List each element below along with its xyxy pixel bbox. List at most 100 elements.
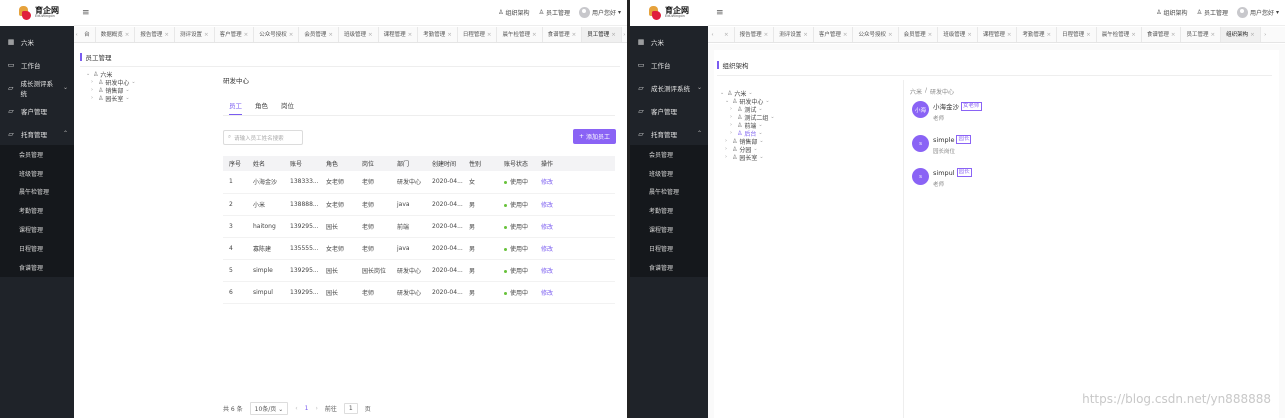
tab-health-check[interactable]: 晨午检管理 ×: [497, 27, 543, 42]
tab-assessment-settings[interactable]: 测评设置 ×: [774, 27, 814, 42]
close-icon[interactable]: ×: [1131, 32, 1136, 38]
sidebar-item-company[interactable]: ▦ 六米: [0, 30, 74, 53]
subtab-roles[interactable]: 角色: [255, 100, 268, 115]
edit-link[interactable]: 修改: [541, 224, 553, 231]
close-icon[interactable]: ×: [487, 32, 492, 38]
tab-customers[interactable]: 客户管理 ×: [814, 27, 854, 42]
sidebar-item-workbench[interactable]: ▭ 工作台: [0, 53, 74, 76]
close-icon[interactable]: ×: [408, 32, 413, 38]
member-card[interactable]: s simple 园长 园长岗位: [912, 135, 982, 155]
close-icon[interactable]: ×: [244, 32, 249, 38]
close-icon[interactable]: ×: [289, 32, 294, 38]
page-size-select[interactable]: 10条/页 ⌄: [249, 402, 289, 415]
submenu-item-attendance[interactable]: 考勤管理: [630, 201, 708, 220]
submenu-item-health-check[interactable]: 晨午检管理: [0, 183, 74, 202]
tab-staff[interactable]: 员工管理 ×: [1181, 27, 1222, 42]
close-icon[interactable]: ×: [888, 32, 893, 38]
close-icon[interactable]: ×: [1171, 32, 1176, 38]
close-icon[interactable]: ×: [724, 32, 729, 38]
member-card[interactable]: s simpul 园长 老师: [912, 168, 982, 188]
submenu-item-members[interactable]: 会员管理: [630, 145, 708, 164]
tab-customers[interactable]: 客户管理 ×: [215, 27, 255, 42]
tab-assessment-settings[interactable]: 测评设置 ×: [175, 27, 215, 42]
tab-schedule[interactable]: 日程管理 ×: [1057, 27, 1097, 42]
sidebar-item-childcare[interactable]: ▱ 托育管理 ⌃: [630, 122, 708, 145]
close-icon[interactable]: ×: [928, 32, 933, 38]
tab-org-structure[interactable]: 组织架构 ×: [1221, 27, 1261, 42]
tab-health-check[interactable]: 晨午检管理 ×: [1097, 27, 1142, 42]
tab-schedule[interactable]: 日程管理 ×: [458, 27, 498, 42]
submenu-item-schedule[interactable]: 日程管理: [630, 239, 708, 258]
staff-search-input[interactable]: ⌕ 请输入员工姓名搜索: [223, 130, 303, 145]
tab-attendance[interactable]: 考勤管理 ×: [418, 27, 458, 42]
close-icon[interactable]: ×: [803, 32, 808, 38]
tab-attendance[interactable]: 考勤管理 ×: [1017, 27, 1058, 42]
close-icon[interactable]: ×: [1047, 32, 1052, 38]
tab-recipes[interactable]: 食谱管理 ×: [543, 27, 583, 42]
tab-members[interactable]: 会员管理 ×: [299, 27, 339, 42]
submenu-item-courses[interactable]: 课程管理: [630, 220, 708, 239]
goto-page-input[interactable]: 1: [343, 403, 358, 414]
user-menu[interactable]: 用户您好 ▾: [578, 7, 621, 18]
close-icon[interactable]: ×: [1250, 32, 1255, 38]
edit-link[interactable]: 修改: [541, 290, 553, 297]
submenu-item-members[interactable]: 会员管理: [0, 145, 74, 164]
menu-toggle-icon[interactable]: ≡: [82, 8, 90, 18]
page-number[interactable]: 1: [305, 405, 309, 412]
member-card[interactable]: 小海 小海金沙 女老师 老师: [912, 101, 982, 122]
user-menu[interactable]: 用户您好 ▾: [1236, 7, 1279, 18]
tab-ellipsis[interactable]: ×: [717, 27, 735, 42]
close-icon[interactable]: ×: [368, 32, 373, 38]
submenu-item-schedule[interactable]: 日程管理: [0, 239, 74, 258]
tree-node-director[interactable]: › ♙ 园长室 ⌄: [86, 94, 136, 103]
tab-dashboard[interactable]: 台: [79, 27, 96, 42]
close-icon[interactable]: ×: [843, 32, 848, 38]
close-icon[interactable]: ×: [967, 32, 972, 38]
close-icon[interactable]: ×: [572, 32, 577, 38]
tab-classes[interactable]: 班级管理 ×: [339, 27, 379, 42]
sidebar-item-workbench[interactable]: ▭ 工作台: [630, 53, 708, 76]
close-icon[interactable]: ×: [164, 32, 169, 38]
tabs-scroll-right-icon[interactable]: ›: [622, 32, 627, 38]
menu-toggle-icon[interactable]: ≡: [716, 8, 724, 18]
tab-data-overview[interactable]: 数据概览 ×: [96, 27, 136, 42]
submenu-item-classes[interactable]: 班级管理: [630, 164, 708, 183]
edit-link[interactable]: 修改: [541, 202, 553, 209]
org-structure-link[interactable]: ♙ 组织架构: [498, 8, 529, 17]
submenu-item-classes[interactable]: 班级管理: [0, 164, 74, 183]
next-page-icon[interactable]: ›: [316, 405, 318, 412]
sidebar-item-customers[interactable]: ▱ 客户管理: [630, 99, 708, 122]
tab-wechat-auth[interactable]: 公众号授权 ×: [853, 27, 899, 42]
tab-members[interactable]: 会员管理 ×: [899, 27, 939, 42]
submenu-item-health-check[interactable]: 晨午检管理: [630, 183, 708, 202]
close-icon[interactable]: ×: [1211, 32, 1216, 38]
sidebar-item-customers[interactable]: ▱ 客户管理: [0, 99, 74, 122]
tab-wechat-auth[interactable]: 公众号授权 ×: [254, 27, 300, 42]
tab-courses[interactable]: 课程管理 ×: [379, 27, 419, 42]
submenu-item-attendance[interactable]: 考勤管理: [0, 201, 74, 220]
close-icon[interactable]: ×: [532, 32, 537, 38]
close-icon[interactable]: ×: [447, 32, 452, 38]
close-icon[interactable]: ×: [204, 32, 209, 38]
submenu-item-recipes[interactable]: 食谱管理: [630, 258, 708, 277]
add-staff-button[interactable]: + 添加员工: [573, 129, 617, 144]
sidebar-item-company[interactable]: ▦ 六米: [630, 30, 708, 53]
subtab-staff[interactable]: 员工: [229, 100, 242, 115]
edit-link[interactable]: 修改: [541, 246, 553, 253]
tab-classes[interactable]: 班级管理 ×: [938, 27, 978, 42]
tab-reports[interactable]: 报告管理 ×: [735, 27, 775, 42]
sidebar-item-assessment[interactable]: ▱ 成长测评系统 ⌄: [0, 76, 74, 99]
tab-recipes[interactable]: 食谱管理 ×: [1142, 27, 1182, 42]
close-icon[interactable]: ×: [125, 32, 130, 38]
tabs-scroll-right-icon[interactable]: ›: [1261, 32, 1270, 38]
staff-management-link[interactable]: ♙ 员工管理: [539, 8, 570, 17]
edit-link[interactable]: 修改: [541, 268, 553, 275]
tree-node-director[interactable]: › ♙ 园长室 ⌄: [720, 153, 775, 162]
close-icon[interactable]: ×: [328, 32, 333, 38]
tab-courses[interactable]: 课程管理 ×: [978, 27, 1018, 42]
tab-staff[interactable]: 员工管理 ×: [582, 27, 622, 42]
sidebar-item-childcare[interactable]: ▱ 托育管理 ⌃: [0, 122, 74, 145]
tab-reports[interactable]: 报告管理 ×: [135, 27, 175, 42]
close-icon[interactable]: ×: [1086, 32, 1091, 38]
subtab-positions[interactable]: 岗位: [281, 100, 294, 115]
